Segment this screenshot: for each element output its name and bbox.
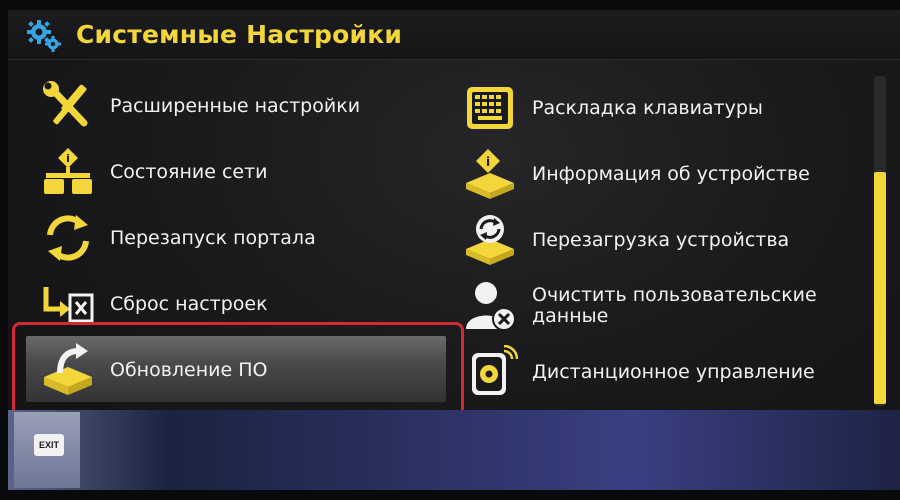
menu-item-label: Перезагрузка устройства bbox=[532, 228, 790, 251]
menu-item-keyboard-layout[interactable]: Раскладка клавиатуры bbox=[458, 80, 763, 136]
network-status-icon: i bbox=[36, 144, 100, 200]
page-title: Системные Настройки bbox=[76, 20, 403, 49]
menu-item-network-status[interactable]: i Состояние сети bbox=[36, 144, 268, 200]
menu-item-label-line2: данные bbox=[532, 305, 609, 327]
menu-item-label: Раскладка клавиатуры bbox=[532, 96, 763, 119]
menu-item-label: Дистанционное управление bbox=[532, 360, 815, 383]
gears-icon bbox=[24, 15, 64, 55]
menu-item-device-info[interactable]: i Информация об устройстве bbox=[458, 146, 810, 202]
scrollbar-thumb[interactable] bbox=[874, 172, 886, 404]
device-info-icon: i bbox=[458, 146, 522, 202]
menu-item-label: Перезапуск портала bbox=[110, 226, 316, 249]
clear-user-data-icon bbox=[458, 278, 522, 334]
scrollbar[interactable] bbox=[874, 76, 886, 406]
svg-text:i: i bbox=[486, 155, 490, 169]
device-reboot-icon bbox=[458, 212, 522, 268]
exit-button[interactable]: EXIT bbox=[34, 434, 64, 456]
menu-item-label: Состояние сети bbox=[110, 160, 268, 183]
menu-item-label-line1: Очистить пользовательские bbox=[532, 284, 817, 306]
menu-item-label: Информация об устройстве bbox=[532, 162, 810, 185]
exit-panel: EXIT bbox=[14, 412, 80, 488]
menu-item-label: Сброс настроек bbox=[110, 292, 268, 315]
menu-item-remote-control[interactable]: Дистанционное управление bbox=[458, 344, 815, 400]
wrench-screwdriver-icon bbox=[36, 78, 100, 134]
menu-item-restart-portal[interactable]: Перезапуск портала bbox=[36, 210, 316, 266]
menu-item-label: Очистить пользовательские данные bbox=[532, 285, 817, 327]
menu-item-software-update[interactable]: Обновление ПО bbox=[36, 342, 268, 398]
remote-control-icon bbox=[458, 344, 522, 400]
menu-item-device-reboot[interactable]: Перезагрузка устройства bbox=[458, 212, 789, 268]
svg-text:i: i bbox=[66, 152, 70, 165]
header-bar: Системные Настройки bbox=[8, 10, 900, 60]
menu-item-label: Расширенные настройки bbox=[110, 94, 361, 117]
software-update-icon bbox=[36, 342, 100, 398]
restart-arrows-icon bbox=[36, 210, 100, 266]
menu-item-label: Обновление ПО bbox=[110, 358, 268, 381]
menu-item-clear-user-data[interactable]: Очистить пользовательские данные bbox=[458, 278, 817, 334]
footer-bar bbox=[8, 410, 900, 490]
settings-screen: Системные Настройки Расширенные настройк… bbox=[8, 10, 900, 490]
keyboard-icon bbox=[458, 80, 522, 136]
tv-frame: Системные Настройки Расширенные настройк… bbox=[0, 0, 900, 500]
menu-item-advanced-settings[interactable]: Расширенные настройки bbox=[36, 78, 360, 134]
